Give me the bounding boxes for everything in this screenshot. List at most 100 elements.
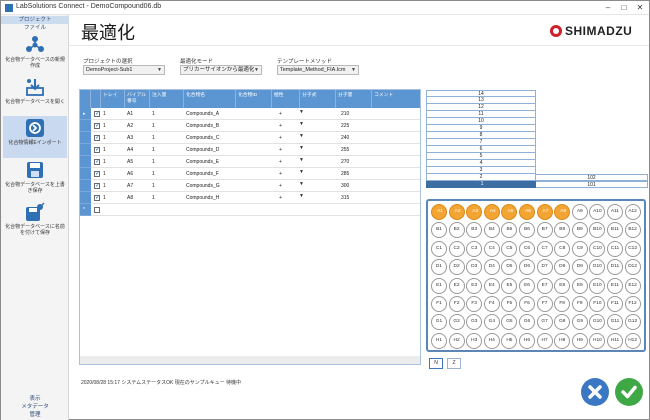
plate-nav-z-button[interactable]: Z bbox=[447, 358, 461, 369]
chevron-down-icon[interactable]: ▼ bbox=[299, 157, 304, 163]
row-selector[interactable]: * bbox=[80, 204, 91, 216]
polarity-cell[interactable]: + bbox=[277, 144, 282, 156]
row-selector[interactable] bbox=[80, 144, 91, 156]
tray-cell[interactable]: 1 bbox=[101, 132, 106, 144]
vial-b2[interactable]: B2 bbox=[448, 222, 465, 239]
vial-g2[interactable]: G2 bbox=[448, 314, 465, 331]
volume-cell[interactable]: 1 bbox=[150, 168, 155, 180]
vial-g7[interactable]: G7 bbox=[536, 314, 553, 331]
table-row[interactable]: 1 A7 1 Compounds_G +300 ▼ bbox=[91, 180, 420, 192]
tray-cell[interactable]: 1 bbox=[101, 108, 106, 120]
row-selector[interactable] bbox=[80, 180, 91, 192]
vial-h6[interactable]: H6 bbox=[519, 332, 535, 349]
vial-cell[interactable]: A7 bbox=[125, 180, 133, 192]
vial-e11[interactable]: E11 bbox=[607, 277, 623, 294]
vial-e2[interactable]: E2 bbox=[448, 277, 465, 294]
vial-b11[interactable]: B11 bbox=[607, 222, 623, 239]
vial-cell[interactable]: A6 bbox=[125, 168, 133, 180]
vial-g10[interactable]: G10 bbox=[589, 314, 606, 331]
vial-d5[interactable]: D5 bbox=[501, 259, 518, 276]
table-row[interactable]: 1 A6 1 Compounds_F +285 ▼ bbox=[91, 168, 420, 180]
vial-e6[interactable]: E6 bbox=[519, 277, 535, 294]
row-checkbox[interactable] bbox=[94, 170, 100, 177]
table-row[interactable]: 1 A2 1 Compounds_B +225 ▼ bbox=[91, 120, 420, 132]
horizontal-scrollbar[interactable] bbox=[80, 356, 420, 364]
vial-e1[interactable]: E1 bbox=[431, 277, 447, 294]
vial-c12[interactable]: C12 bbox=[624, 240, 641, 257]
vial-d4[interactable]: D4 bbox=[483, 259, 500, 276]
stack-row-label[interactable]: 1 bbox=[426, 181, 536, 188]
vial-f8[interactable]: F8 bbox=[554, 296, 571, 312]
stack-row-label[interactable]: 10 bbox=[426, 118, 536, 125]
row-selector[interactable] bbox=[80, 192, 91, 204]
vial-a11[interactable]: A11 bbox=[607, 204, 623, 220]
table-row[interactable]: 1 A1 1 Compounds_A +210 ▼ bbox=[91, 108, 420, 120]
vial-f3[interactable]: F3 bbox=[466, 296, 483, 312]
vial-a5[interactable]: A5 bbox=[501, 204, 518, 220]
stack-row-label[interactable]: 11 bbox=[426, 111, 536, 118]
vial-f11[interactable]: F11 bbox=[607, 296, 623, 312]
vial-a10[interactable]: A10 bbox=[589, 204, 606, 220]
new-database-button[interactable]: 化合物データベースの新規作成 bbox=[3, 33, 67, 75]
vial-a6[interactable]: A6 bbox=[519, 204, 535, 220]
row-checkbox[interactable] bbox=[94, 194, 100, 201]
polarity-cell[interactable]: + bbox=[277, 156, 282, 168]
chevron-down-icon[interactable]: ▼ bbox=[299, 169, 304, 175]
vial-g11[interactable]: G11 bbox=[607, 314, 623, 331]
save-as-button[interactable]: 化合物データベースに名前を付けて保存 bbox=[3, 200, 67, 242]
vial-f6[interactable]: F6 bbox=[519, 296, 535, 312]
molecular-weight-cell[interactable]: 315 bbox=[339, 192, 349, 204]
col-header-vial[interactable]: バイアル番号 bbox=[125, 90, 150, 108]
chevron-down-icon[interactable]: ▼ bbox=[299, 181, 304, 187]
vial-c3[interactable]: C3 bbox=[466, 240, 483, 257]
polarity-cell[interactable]: + bbox=[277, 120, 282, 132]
vial-d1[interactable]: D1 bbox=[431, 259, 447, 276]
vial-b10[interactable]: B10 bbox=[589, 222, 606, 239]
vial-h10[interactable]: H10 bbox=[589, 332, 606, 349]
vial-c10[interactable]: C10 bbox=[589, 240, 606, 257]
save-database-button[interactable]: 化合物データベースを上書き保存 bbox=[3, 158, 67, 200]
chevron-down-icon[interactable]: ▼ bbox=[299, 193, 304, 199]
table-row[interactable]: 1 A3 1 Compounds_C +240 ▼ bbox=[91, 132, 420, 144]
vial-d7[interactable]: D7 bbox=[536, 259, 553, 276]
row-selector[interactable] bbox=[80, 156, 91, 168]
stack-row-label[interactable]: 14 bbox=[426, 90, 536, 97]
vial-g5[interactable]: G5 bbox=[501, 314, 518, 331]
vial-e3[interactable]: E3 bbox=[466, 277, 483, 294]
vial-g8[interactable]: G8 bbox=[554, 314, 571, 331]
stack-row-label[interactable]: 9 bbox=[426, 125, 536, 132]
close-icon[interactable]: ✕ bbox=[633, 2, 647, 13]
sidebar-tab-project[interactable]: プロジェクト bbox=[1, 16, 69, 24]
tray-cell[interactable]: 1 bbox=[101, 120, 106, 132]
volume-cell[interactable]: 1 bbox=[150, 120, 155, 132]
vial-h4[interactable]: H4 bbox=[483, 332, 500, 349]
vial-b9[interactable]: B9 bbox=[571, 222, 588, 239]
tray-cell[interactable]: 1 bbox=[101, 192, 106, 204]
vial-f2[interactable]: F2 bbox=[448, 296, 465, 312]
vial-b5[interactable]: B5 bbox=[501, 222, 518, 239]
vial-g9[interactable]: G9 bbox=[571, 314, 588, 331]
cancel-button[interactable] bbox=[581, 378, 609, 406]
vial-cell[interactable]: A8 bbox=[125, 192, 133, 204]
open-database-button[interactable]: 化合物データベースを開く bbox=[3, 75, 67, 117]
vial-h9[interactable]: H9 bbox=[571, 332, 588, 349]
stack-row-label[interactable]: 12 bbox=[426, 104, 536, 111]
col-header-id[interactable]: 化合物ID bbox=[236, 90, 272, 108]
row-checkbox[interactable] bbox=[94, 110, 100, 117]
volume-cell[interactable]: 1 bbox=[150, 144, 155, 156]
compound-name-cell[interactable]: Compounds_A bbox=[184, 108, 219, 120]
vial-h12[interactable]: H12 bbox=[624, 332, 641, 349]
stack-row-label[interactable]: 7 bbox=[426, 139, 536, 146]
vial-h11[interactable]: H11 bbox=[607, 332, 623, 349]
stack-row-label[interactable]: 2 bbox=[426, 174, 536, 181]
vial-d11[interactable]: D11 bbox=[607, 259, 623, 276]
vial-c4[interactable]: C4 bbox=[483, 240, 500, 257]
chevron-down-icon[interactable]: ▼ bbox=[299, 133, 304, 139]
col-header-comment[interactable]: コメント bbox=[372, 90, 420, 108]
vial-b4[interactable]: B4 bbox=[483, 222, 500, 239]
compound-name-cell[interactable]: Compounds_G bbox=[184, 180, 220, 192]
molecular-weight-cell[interactable]: 240 bbox=[339, 132, 349, 144]
table-row[interactable]: 1 A8 1 Compounds_H +315 ▼ bbox=[91, 192, 420, 204]
stack-row-label[interactable]: 6 bbox=[426, 146, 536, 153]
tray-cell[interactable]: 1 bbox=[101, 144, 106, 156]
